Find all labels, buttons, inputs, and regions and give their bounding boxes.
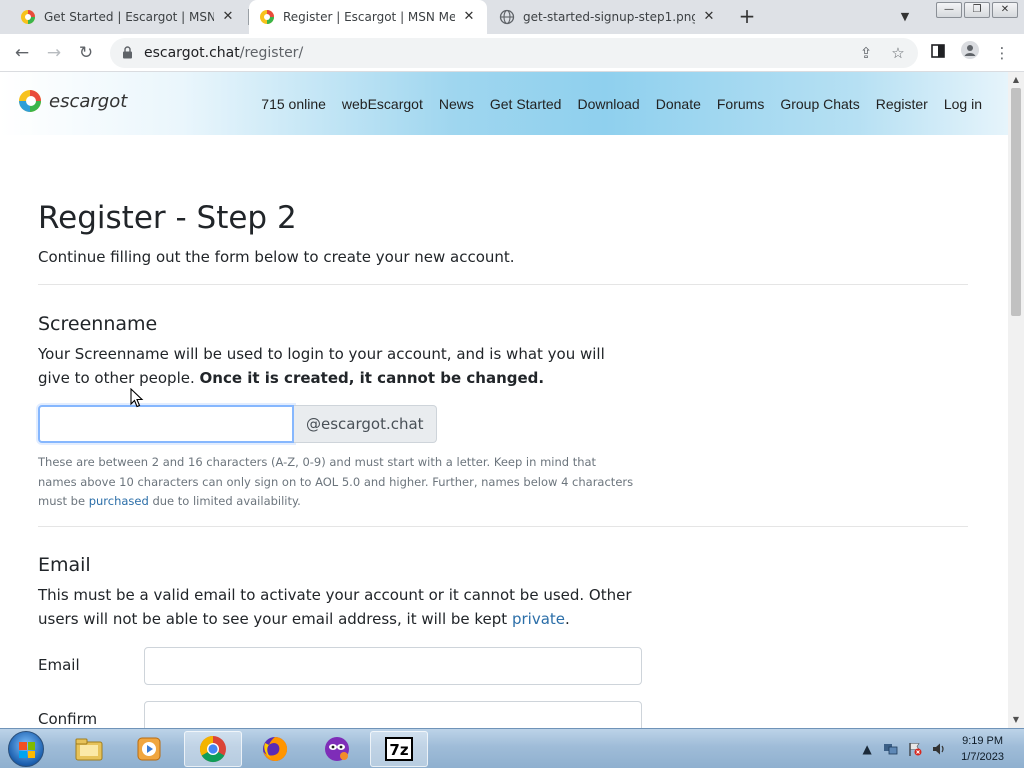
email-description: This must be a valid email to activate y…: [38, 583, 638, 631]
nav-group-chats[interactable]: Group Chats: [780, 96, 859, 112]
email-heading: Email: [38, 554, 91, 576]
mouse-cursor-icon: [130, 388, 144, 408]
clock-time: 9:19 PM: [962, 735, 1004, 747]
browser-toolbar: ← → ↻ escargot.chat/register/ ⇪ ☆ ⋮: [0, 34, 1024, 72]
screenname-desc-bold: Once it is created, it cannot be changed…: [199, 369, 545, 387]
system-clock[interactable]: 9:19 PM 1/7/2023: [961, 733, 1004, 765]
tab-register[interactable]: Register | Escargot | MSN Messen ✕: [249, 0, 487, 34]
screenname-input[interactable]: [38, 405, 294, 443]
address-bar[interactable]: escargot.chat/register/: [110, 38, 918, 68]
confirm-email-field[interactable]: [144, 701, 642, 728]
close-tab-icon[interactable]: ✕: [461, 9, 477, 25]
nav-donate[interactable]: Donate: [656, 96, 701, 112]
scroll-down-arrow-icon[interactable]: ▼: [1008, 712, 1024, 728]
svg-text:7z: 7z: [389, 741, 408, 759]
screenname-help-b: due to limited availability.: [152, 494, 301, 508]
nav-get-started[interactable]: Get Started: [490, 96, 562, 112]
page-scrollbar[interactable]: ▲ ▼: [1008, 72, 1024, 728]
new-tab-button[interactable]: +: [736, 6, 758, 28]
escargot-favicon-icon: [259, 9, 275, 25]
scroll-thumb[interactable]: [1011, 88, 1021, 316]
back-arrow-icon[interactable]: ←: [10, 41, 34, 65]
nav-download[interactable]: Download: [577, 96, 639, 112]
volume-speaker-icon[interactable]: [931, 741, 947, 757]
divider: [38, 284, 968, 285]
windows-taskbar: 7z ▲ 9:19 PM 1/7/2023: [0, 728, 1024, 768]
system-tray: ▲ 9:19 PM 1/7/2023: [851, 729, 1024, 768]
screenname-input-group: @escargot.chat: [38, 405, 437, 443]
site-logo[interactable]: escargot: [18, 89, 127, 113]
file-explorer-icon[interactable]: [60, 731, 118, 767]
private-link[interactable]: private: [512, 610, 565, 628]
close-tab-icon[interactable]: ✕: [701, 9, 717, 25]
forward-arrow-icon[interactable]: →: [42, 41, 66, 65]
page-title: Register - Step 2: [38, 200, 297, 236]
bookmark-star-icon[interactable]: ☆: [886, 41, 910, 65]
escargot-logo-icon: [19, 90, 41, 112]
windows-logo-icon: [19, 742, 35, 758]
tab-image[interactable]: get-started-signup-step1.png (2 ✕: [489, 0, 727, 34]
lock-icon[interactable]: [122, 46, 134, 60]
tab-get-started[interactable]: Get Started | Escargot | MSN Mes ✕: [10, 0, 246, 34]
email-field[interactable]: [144, 647, 642, 685]
action-center-flag-icon[interactable]: [907, 741, 923, 757]
start-button[interactable]: [8, 731, 44, 767]
page-lead: Continue filling out the form below to c…: [38, 248, 515, 266]
minimize-button[interactable]: —: [936, 2, 962, 18]
site-header: escargot 715 online webEscargot News Get…: [0, 72, 1008, 135]
tab-title: Register | Escargot | MSN Messen: [283, 10, 455, 24]
url-host: escargot.chat: [144, 45, 240, 61]
close-tab-icon[interactable]: ✕: [220, 9, 236, 25]
divider: [38, 526, 968, 527]
nav-forums[interactable]: Forums: [717, 96, 764, 112]
site-nav: 715 online webEscargot News Get Started …: [245, 72, 982, 135]
screenname-help-text: These are between 2 and 16 characters (A…: [38, 453, 638, 512]
logo-text: escargot: [49, 90, 128, 112]
nav-news[interactable]: News: [439, 96, 474, 112]
nav-webescargot[interactable]: webEscargot: [342, 96, 423, 112]
confirm-label: Confirm: [38, 710, 98, 728]
globe-icon: [499, 9, 515, 25]
close-window-button[interactable]: ✕: [992, 2, 1018, 18]
confirm-email-row: Confirm: [38, 701, 648, 728]
email-desc-end: .: [565, 610, 570, 628]
share-icon[interactable]: ⇪: [854, 41, 878, 65]
show-hidden-icons-chevron-up-icon[interactable]: ▲: [859, 741, 875, 757]
media-player-icon[interactable]: [120, 731, 178, 767]
page-viewport: escargot 715 online webEscargot News Get…: [0, 72, 1008, 728]
tab-search-chevron-down-icon[interactable]: ▼: [896, 8, 914, 26]
7zip-icon[interactable]: 7z: [370, 731, 428, 767]
network-icon[interactable]: [883, 741, 899, 757]
scroll-up-arrow-icon[interactable]: ▲: [1008, 72, 1024, 88]
screenname-description: Your Screenname will be used to login to…: [38, 342, 638, 390]
nav-online-count[interactable]: 715 online: [261, 96, 326, 112]
screenname-heading: Screenname: [38, 313, 158, 335]
nav-register[interactable]: Register: [876, 96, 928, 112]
chrome-icon[interactable]: [184, 731, 242, 767]
firefox-icon[interactable]: [246, 731, 304, 767]
url-path: /register/: [239, 45, 304, 61]
nav-log-in[interactable]: Log in: [944, 96, 982, 112]
kebab-menu-icon[interactable]: ⋮: [990, 41, 1014, 65]
window-controls: — ❐ ✕: [934, 2, 1018, 18]
tab-title: get-started-signup-step1.png (2: [523, 10, 695, 24]
email-row: Email: [38, 647, 648, 685]
reload-icon[interactable]: ↻: [74, 41, 98, 65]
restore-button[interactable]: ❐: [964, 2, 990, 18]
purchased-link[interactable]: purchased: [89, 494, 149, 508]
tab-title: Get Started | Escargot | MSN Mes: [44, 10, 214, 24]
screenname-domain-suffix: @escargot.chat: [294, 405, 437, 443]
tab-strip: Get Started | Escargot | MSN Mes ✕ Regis…: [0, 0, 1024, 34]
clock-date: 1/7/2023: [961, 751, 1004, 763]
email-label: Email: [38, 656, 80, 674]
escargot-favicon-icon: [20, 9, 36, 25]
side-panel-icon[interactable]: [926, 41, 950, 65]
messenger-icon[interactable]: [308, 731, 366, 767]
profile-avatar-icon[interactable]: [958, 41, 982, 65]
